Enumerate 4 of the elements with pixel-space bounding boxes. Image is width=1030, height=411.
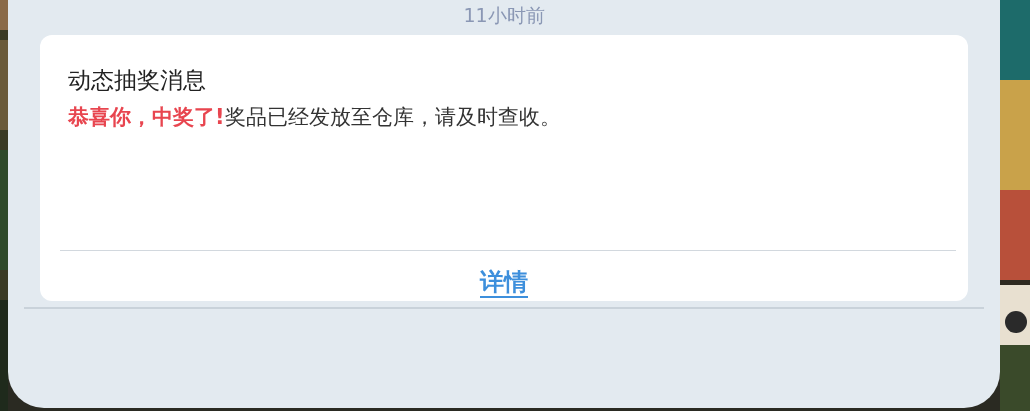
card-title: 动态抽奖消息 <box>68 66 207 95</box>
message-text: 恭喜你，中奖了!奖品已经发放至仓库，请及时查收。 <box>68 104 562 131</box>
details-link[interactable]: 详情 <box>480 267 528 299</box>
timestamp: 11小时前 <box>463 3 545 28</box>
